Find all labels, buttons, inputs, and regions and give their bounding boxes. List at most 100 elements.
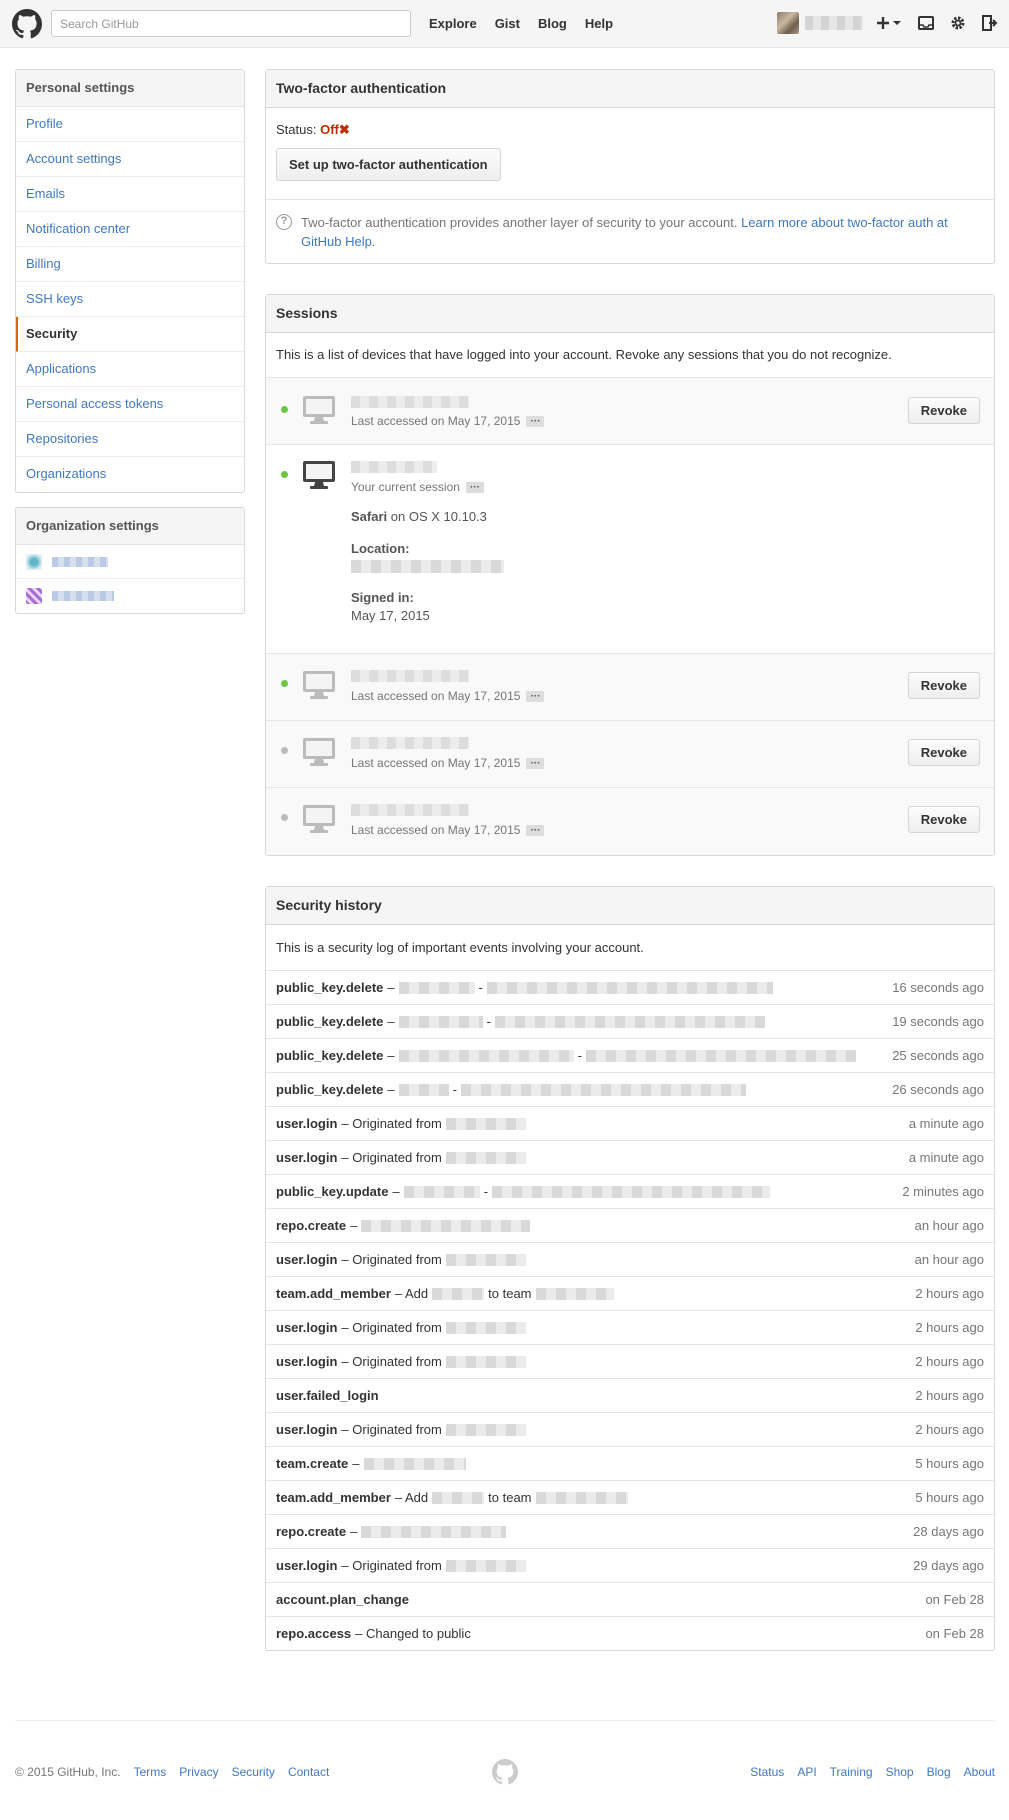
history-description: – Originated from [341,1150,442,1165]
org-item[interactable] [16,545,244,579]
nav-help[interactable]: Help [585,16,613,31]
history-action: repo.create [276,1524,347,1539]
location-label: Location: [351,541,410,556]
redacted-value [398,1015,483,1028]
history-time: 2 hours ago [915,1320,984,1335]
footer-link-terms[interactable]: Terms [134,1765,167,1779]
org-avatar [26,588,42,604]
revoke-button[interactable]: Revoke [907,397,980,424]
footer-link-privacy[interactable]: Privacy [179,1765,218,1779]
footer-link-blog[interactable]: Blog [927,1765,951,1779]
history-description: – Originated from [341,1422,442,1437]
history-action: team.add_member [276,1286,391,1301]
box-heading: Two-factor authentication [266,70,994,108]
inbox-icon[interactable] [917,14,935,32]
redacted-value [445,1559,526,1572]
sidebar-item-personal-access-tokens[interactable]: Personal access tokens [16,387,244,422]
setup-two-factor-button[interactable]: Set up two-factor authentication [276,148,501,181]
redacted-value [398,1049,574,1062]
github-logo-icon[interactable] [12,9,42,39]
session-item: Last accessed on May 17, 2015 ··· Revoke [266,788,994,855]
redacted-value [398,1083,449,1096]
search-input[interactable] [51,10,411,37]
sidebar-item-repositories[interactable]: Repositories [16,422,244,457]
history-row: team.create – 5 hours ago [266,1446,994,1480]
footer-link-contact[interactable]: Contact [288,1765,329,1779]
footer-link-status[interactable]: Status [750,1765,784,1779]
to-team-text: to team [488,1490,532,1505]
location-redacted [351,560,504,573]
organization-settings-menu: Organization settings [15,507,245,614]
history-row: public_key.delete – -16 seconds ago [266,970,994,1004]
history-row: user.login – Originated from 2 hours ago [266,1412,994,1446]
github-mark-icon[interactable] [492,1759,518,1785]
revoke-button[interactable]: Revoke [907,739,980,766]
history-description: – [387,1014,395,1029]
nav-explore[interactable]: Explore [429,16,477,31]
history-description: This is a security log of important even… [276,940,644,955]
more-details-icon[interactable]: ··· [465,482,484,493]
footer-link-about[interactable]: About [964,1765,995,1779]
last-accessed: Last accessed on May 17, 2015 ··· [351,756,545,770]
sign-out-icon[interactable] [981,14,999,32]
sidebar-item-billing[interactable]: Billing [16,247,244,282]
sidebar-item-profile[interactable]: Profile [16,107,244,142]
sidebar-item-security[interactable]: Security [16,317,244,352]
sidebar-item-emails[interactable]: Emails [16,177,244,212]
gear-icon[interactable] [949,14,967,32]
redacted-value [403,1185,480,1198]
nav-gist[interactable]: Gist [495,16,520,31]
history-time: 2 hours ago [915,1286,984,1301]
more-details-icon[interactable]: ··· [526,691,545,702]
redacted-value [398,981,475,994]
inactive-status-dot [281,814,288,821]
sidebar-item-applications[interactable]: Applications [16,352,244,387]
redacted-value [495,1015,765,1028]
history-description: – [350,1524,358,1539]
desktop-monitor-icon [303,461,335,489]
sidebar-item-organizations[interactable]: Organizations [16,457,244,492]
footer-link-security[interactable]: Security [232,1765,275,1779]
history-action: public_key.delete [276,1048,384,1063]
off-x-icon: ✖ [338,122,350,137]
security-history-box: Security history This is a security log … [265,886,995,1651]
footer-link-shop[interactable]: Shop [886,1765,914,1779]
sidebar-item-ssh-keys[interactable]: SSH keys [16,282,244,317]
user-profile-link[interactable] [777,12,863,34]
redacted-value [487,981,773,994]
session-name-redacted [351,396,469,408]
sidebar-item-account-settings[interactable]: Account settings [16,142,244,177]
revoke-button[interactable]: Revoke [907,806,980,833]
sidebar-item-notification-center[interactable]: Notification center [16,212,244,247]
current-session-label: Your current session ··· [351,480,484,494]
org-item[interactable] [16,579,244,613]
last-accessed: Last accessed on May 17, 2015 ··· [351,414,545,428]
history-description: – Originated from [341,1252,442,1267]
history-description: – [387,1082,395,1097]
revoke-button[interactable]: Revoke [907,672,980,699]
menu-heading: Organization settings [16,508,244,545]
history-time: 2 minutes ago [902,1184,984,1199]
more-details-icon[interactable]: ··· [526,758,545,769]
redacted-value [445,1253,526,1266]
footer-link-training[interactable]: Training [830,1765,873,1779]
org-name-redacted [52,591,114,601]
history-action: user.login [276,1150,338,1165]
history-time: 28 days ago [913,1524,984,1539]
history-action: public_key.delete [276,1082,384,1097]
history-action: user.login [276,1320,338,1335]
nav-blog[interactable]: Blog [538,16,567,31]
sessions-description: This is a list of devices that have logg… [266,333,994,378]
more-details-icon[interactable]: ··· [526,416,545,427]
history-list: public_key.delete – -16 seconds ago public_… [266,970,994,1650]
history-row: user.failed_login 2 hours ago [266,1378,994,1412]
history-description: – [352,1456,360,1471]
history-description: – [387,1048,395,1063]
more-details-icon[interactable]: ··· [526,825,545,836]
footer-link-api[interactable]: API [797,1765,816,1779]
history-action: public_key.delete [276,980,384,995]
history-time: an hour ago [914,1218,984,1233]
org-avatar [26,553,42,570]
history-row: team.add_member – Add to team 2 hours ago [266,1276,994,1310]
create-new-icon[interactable] [877,14,903,32]
